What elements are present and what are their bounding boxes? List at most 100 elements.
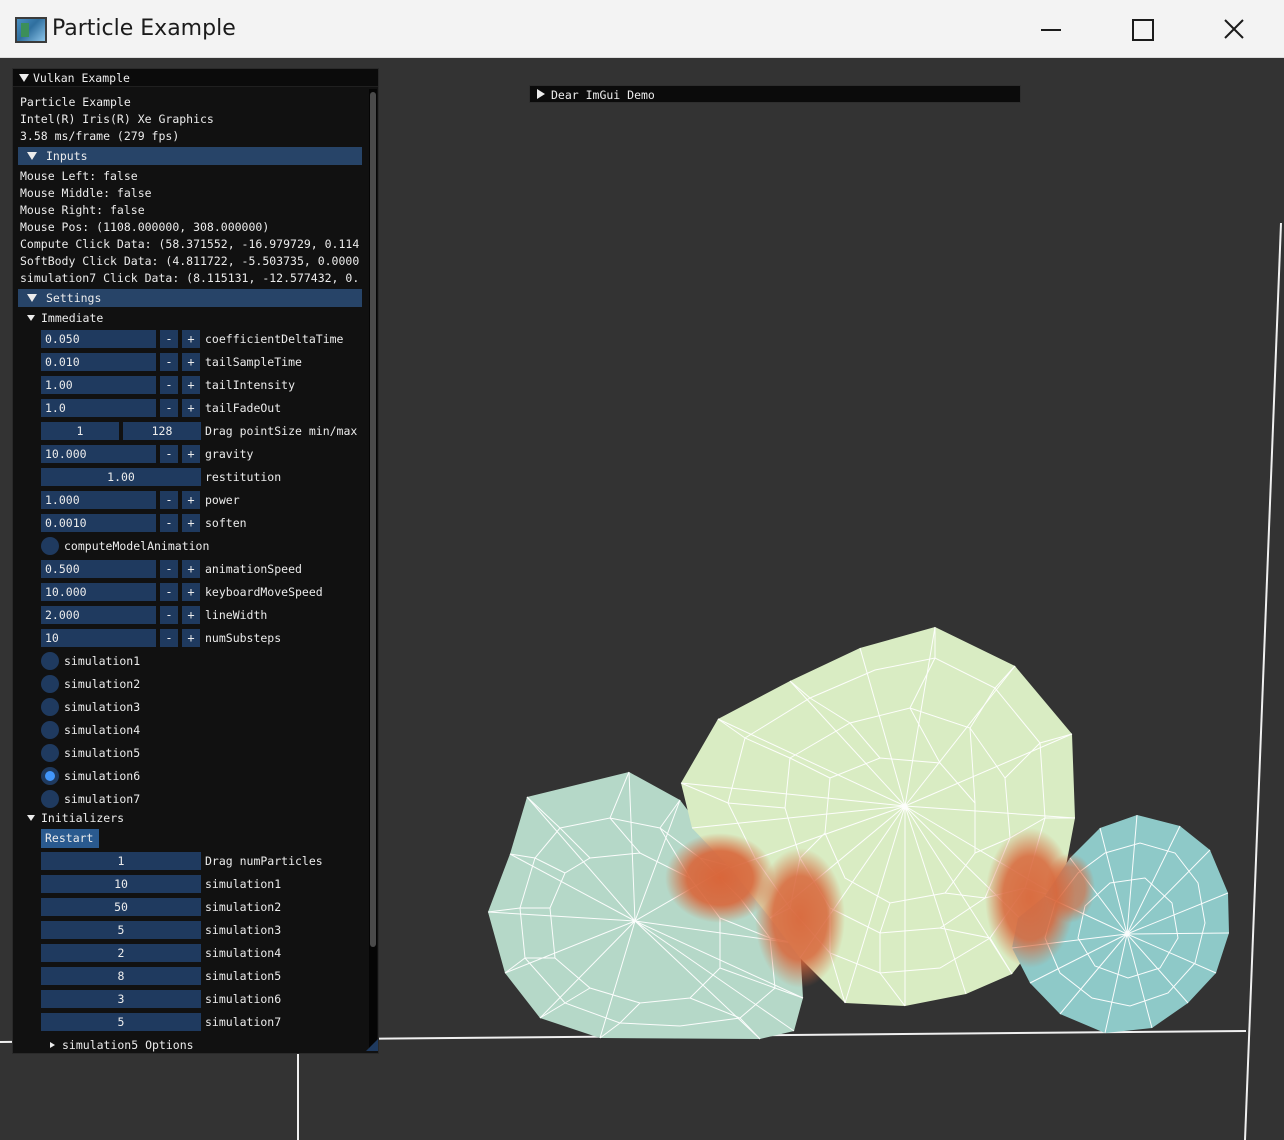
animation-speed-input[interactable]: 0.500 — [41, 560, 156, 578]
soften-input[interactable]: 0.0010 — [41, 514, 156, 532]
title-bar[interactable]: Particle Example — [0, 0, 1284, 58]
gravity-input[interactable]: 10.000 — [41, 445, 156, 463]
expand-arrow-icon[interactable] — [27, 815, 35, 821]
imgui-demo-window[interactable]: Dear ImGui Demo — [529, 85, 1021, 103]
compute-model-animation-checkbox[interactable] — [41, 537, 59, 555]
collapse-arrow-icon[interactable] — [19, 74, 29, 82]
field-label: tailIntensity — [205, 378, 296, 392]
inputs-header[interactable]: Inputs — [18, 147, 362, 165]
increment-button[interactable]: + — [182, 606, 200, 624]
increment-button[interactable]: + — [182, 560, 200, 578]
coefficient-delta-time-input[interactable]: 0.050 — [41, 330, 156, 348]
field-label: Drag pointSize min/max — [205, 424, 358, 438]
increment-button[interactable]: + — [182, 399, 200, 417]
point-size-min-drag[interactable]: 1 — [41, 422, 119, 440]
increment-button[interactable]: + — [182, 330, 200, 348]
increment-button[interactable]: + — [182, 445, 200, 463]
close-button[interactable] — [1188, 0, 1280, 58]
field-label: simulation2 — [205, 900, 282, 914]
simulation7-radio[interactable] — [41, 790, 59, 808]
field-label: simulation6 — [205, 992, 282, 1006]
decrement-button[interactable]: - — [160, 353, 178, 371]
immediate-tree-node[interactable]: Immediate — [41, 311, 103, 325]
restitution-slider[interactable]: 1.00 — [41, 468, 201, 486]
decrement-button[interactable]: - — [160, 491, 178, 509]
increment-button[interactable]: + — [182, 353, 200, 371]
field-label: simulation7 — [205, 1015, 282, 1029]
radio-label: simulation6 — [64, 769, 141, 783]
app-icon — [15, 17, 47, 43]
simulation4-radio[interactable] — [41, 721, 59, 739]
container-edge-right — [1244, 222, 1282, 1140]
input-line: Mouse Pos: (1108.000000, 308.000000) — [20, 220, 270, 234]
decrement-button[interactable]: - — [160, 560, 178, 578]
increment-button[interactable]: + — [182, 376, 200, 394]
settings-header[interactable]: Settings — [18, 289, 362, 307]
minimize-button[interactable] — [1004, 0, 1096, 58]
input-line: Mouse Right: false — [20, 203, 145, 217]
field-label: computeModelAnimation — [64, 539, 210, 553]
window-title: Particle Example — [52, 16, 236, 41]
decrement-button[interactable]: - — [160, 445, 178, 463]
expand-arrow-icon — [27, 294, 37, 302]
keyboard-move-speed-input[interactable]: 10.000 — [41, 583, 156, 601]
decrement-button[interactable]: - — [160, 514, 178, 532]
simulation5-options-tree-node[interactable]: simulation5 Options — [62, 1038, 194, 1052]
simulation1-drag[interactable]: 10 — [41, 875, 201, 893]
increment-button[interactable]: + — [182, 583, 200, 601]
expand-arrow-icon[interactable] — [27, 315, 35, 321]
field-label: power — [205, 493, 240, 507]
tail-fade-out-input[interactable]: 1.0 — [41, 399, 156, 417]
num-substeps-input[interactable]: 10 — [41, 629, 156, 647]
decrement-button[interactable]: - — [160, 330, 178, 348]
initializers-tree-node[interactable]: Initializers — [41, 811, 124, 825]
maximize-button[interactable] — [1096, 0, 1188, 58]
simulation4-drag[interactable]: 2 — [41, 944, 201, 962]
field-label: simulation4 — [205, 946, 282, 960]
simulation2-drag[interactable]: 50 — [41, 898, 201, 916]
line-width-input[interactable]: 2.000 — [41, 606, 156, 624]
field-label: gravity — [205, 447, 254, 461]
increment-button[interactable]: + — [182, 629, 200, 647]
simulation6-radio[interactable] — [41, 767, 59, 785]
field-label: coefficientDeltaTime — [205, 332, 344, 346]
field-label: numSubsteps — [205, 631, 282, 645]
decrement-button[interactable]: - — [160, 399, 178, 417]
info-gpu: Intel(R) Iris(R) Xe Graphics — [20, 112, 214, 126]
decrement-button[interactable]: - — [160, 376, 178, 394]
decrement-button[interactable]: - — [160, 629, 178, 647]
simulation5-radio[interactable] — [41, 744, 59, 762]
power-input[interactable]: 1.000 — [41, 491, 156, 509]
resize-grip[interactable] — [366, 1039, 378, 1051]
restart-button[interactable]: Restart — [41, 829, 99, 848]
simulation3-radio[interactable] — [41, 698, 59, 716]
increment-button[interactable]: + — [182, 514, 200, 532]
simulation3-drag[interactable]: 5 — [41, 921, 201, 939]
num-particles-drag[interactable]: 1 — [41, 852, 201, 870]
tail-sample-time-input[interactable]: 0.010 — [41, 353, 156, 371]
radio-label: simulation1 — [64, 654, 141, 668]
simulation5-drag[interactable]: 8 — [41, 967, 201, 985]
simulation7-drag[interactable]: 5 — [41, 1013, 201, 1031]
vulkan-example-panel[interactable]: Vulkan Example Particle Example Intel(R)… — [12, 68, 379, 1054]
field-label: Drag numParticles — [205, 854, 323, 868]
decrement-button[interactable]: - — [160, 606, 178, 624]
decrement-button[interactable]: - — [160, 583, 178, 601]
panel-scrollbar[interactable] — [369, 89, 377, 1049]
field-label: simulation5 — [205, 969, 282, 983]
scrollbar-thumb[interactable] — [370, 92, 376, 947]
point-size-max-drag[interactable]: 128 — [123, 422, 201, 440]
simulation1-radio[interactable] — [41, 652, 59, 670]
input-line: SoftBody Click Data: (4.811722, -5.50373… — [20, 254, 360, 268]
demo-window-title: Dear ImGui Demo — [551, 88, 655, 102]
close-icon — [1224, 19, 1244, 39]
tail-intensity-input[interactable]: 1.00 — [41, 376, 156, 394]
panel-title-bar[interactable]: Vulkan Example — [13, 69, 378, 87]
increment-button[interactable]: + — [182, 491, 200, 509]
info-app-name: Particle Example — [20, 95, 131, 109]
collapse-arrow-icon[interactable] — [537, 89, 545, 99]
collapse-arrow-icon[interactable] — [50, 1042, 55, 1048]
expand-arrow-icon — [27, 152, 37, 160]
simulation6-drag[interactable]: 3 — [41, 990, 201, 1008]
simulation2-radio[interactable] — [41, 675, 59, 693]
